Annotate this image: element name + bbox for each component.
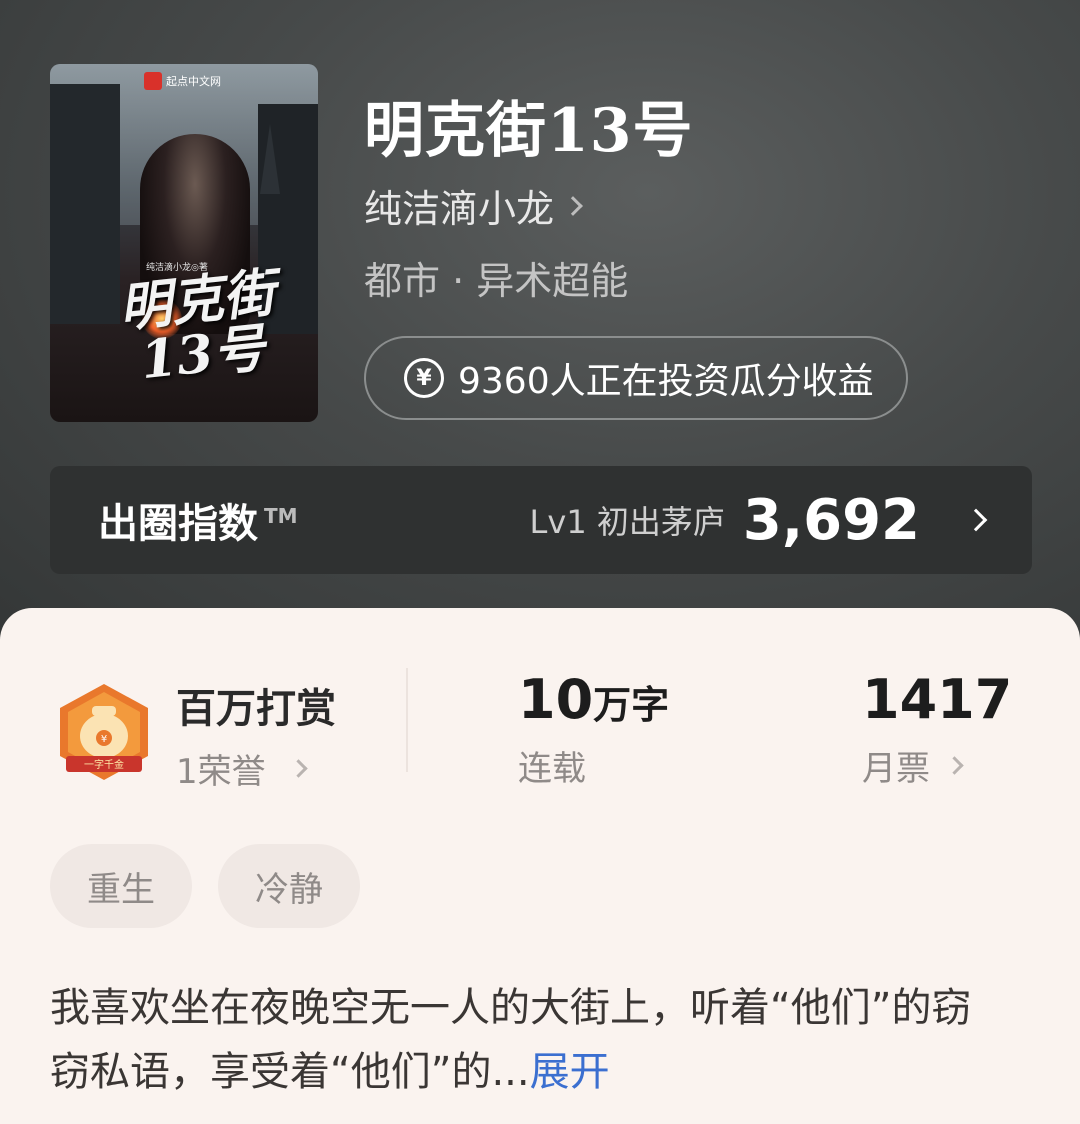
expand-link[interactable]: 展开 bbox=[530, 1049, 610, 1095]
author-link[interactable]: 纯洁滴小龙 bbox=[364, 178, 583, 233]
book-description: 我喜欢坐在夜晚空无一人的大街上，听着“他们”的窃窃私语，享受着“他们”的...展… bbox=[50, 976, 1000, 1104]
reward-title: 百万打赏 bbox=[176, 686, 336, 732]
badge-caption: 一字千金 bbox=[84, 758, 124, 771]
svg-text:¥: ¥ bbox=[101, 734, 107, 745]
index-value-group: Lv1 初出茅庐 3,692 bbox=[529, 487, 988, 553]
popularity-index-bar[interactable]: 出圈指数 TM Lv1 初出茅庐 3,692 bbox=[50, 466, 1032, 574]
word-count-value: 10万字 bbox=[518, 668, 669, 731]
cover-publisher: 起点中文网 bbox=[166, 75, 221, 88]
tag-chip[interactable]: 冷静 bbox=[218, 844, 360, 928]
chevron-right-icon bbox=[945, 756, 964, 775]
monthly-ticket-label: 月票 bbox=[862, 749, 930, 789]
index-score: 3,692 bbox=[742, 487, 920, 553]
chevron-right-icon bbox=[288, 759, 308, 778]
invest-text: 9360人正在投资瓜分收益 bbox=[458, 361, 874, 402]
trademark-mark: TM bbox=[264, 503, 298, 528]
cover-spire bbox=[260, 124, 280, 194]
word-count-stat: 10万字 连载 bbox=[518, 668, 669, 790]
chevron-right-icon bbox=[964, 508, 988, 532]
word-count-number: 10 bbox=[518, 668, 594, 731]
invest-button[interactable]: ¥ 9360人正在投资瓜分收益 bbox=[364, 336, 908, 420]
monthly-ticket-value: 1417 bbox=[862, 668, 1012, 731]
monthly-ticket-number: 1417 bbox=[862, 668, 1013, 731]
cover-publisher-logo: 起点中文网 bbox=[144, 70, 221, 92]
index-level: Lv1 初出茅庐 bbox=[529, 503, 725, 541]
tag-chip[interactable]: 重生 bbox=[50, 844, 192, 928]
book-title: 明克街13号 bbox=[364, 96, 694, 166]
author-name[interactable]: 纯洁滴小龙 bbox=[364, 178, 554, 233]
reward-honor: 1荣誉 bbox=[176, 752, 266, 792]
publisher-mark-icon bbox=[144, 72, 162, 90]
monthly-ticket-sub-row: 月票 bbox=[862, 741, 1012, 790]
description-text: 我喜欢坐在夜晚空无一人的大街上，听着“他们”的窃窃私语，享受着“他们”的... bbox=[50, 985, 972, 1095]
stat-divider bbox=[406, 668, 408, 772]
money-bag-badge-icon: ¥ 一字千金 bbox=[60, 684, 148, 780]
book-cover[interactable]: 起点中文网 纯洁滴小龙◎著 明克街13号 bbox=[50, 64, 318, 422]
reward-stat[interactable]: 百万打赏 1荣誉 bbox=[176, 676, 336, 793]
monthly-ticket-stat[interactable]: 1417 月票 bbox=[862, 668, 1012, 790]
index-label: 出圈指数 TM bbox=[98, 501, 298, 547]
book-genre: 都市 · 异术超能 bbox=[364, 259, 629, 303]
yen-circle-icon: ¥ bbox=[404, 358, 444, 398]
cover-title-art: 明克街13号 bbox=[116, 262, 278, 392]
reward-sub-row: 1荣誉 bbox=[176, 744, 336, 793]
word-count-unit: 万字 bbox=[593, 683, 670, 727]
serial-status: 连载 bbox=[518, 749, 586, 789]
chevron-right-icon bbox=[563, 195, 583, 216]
